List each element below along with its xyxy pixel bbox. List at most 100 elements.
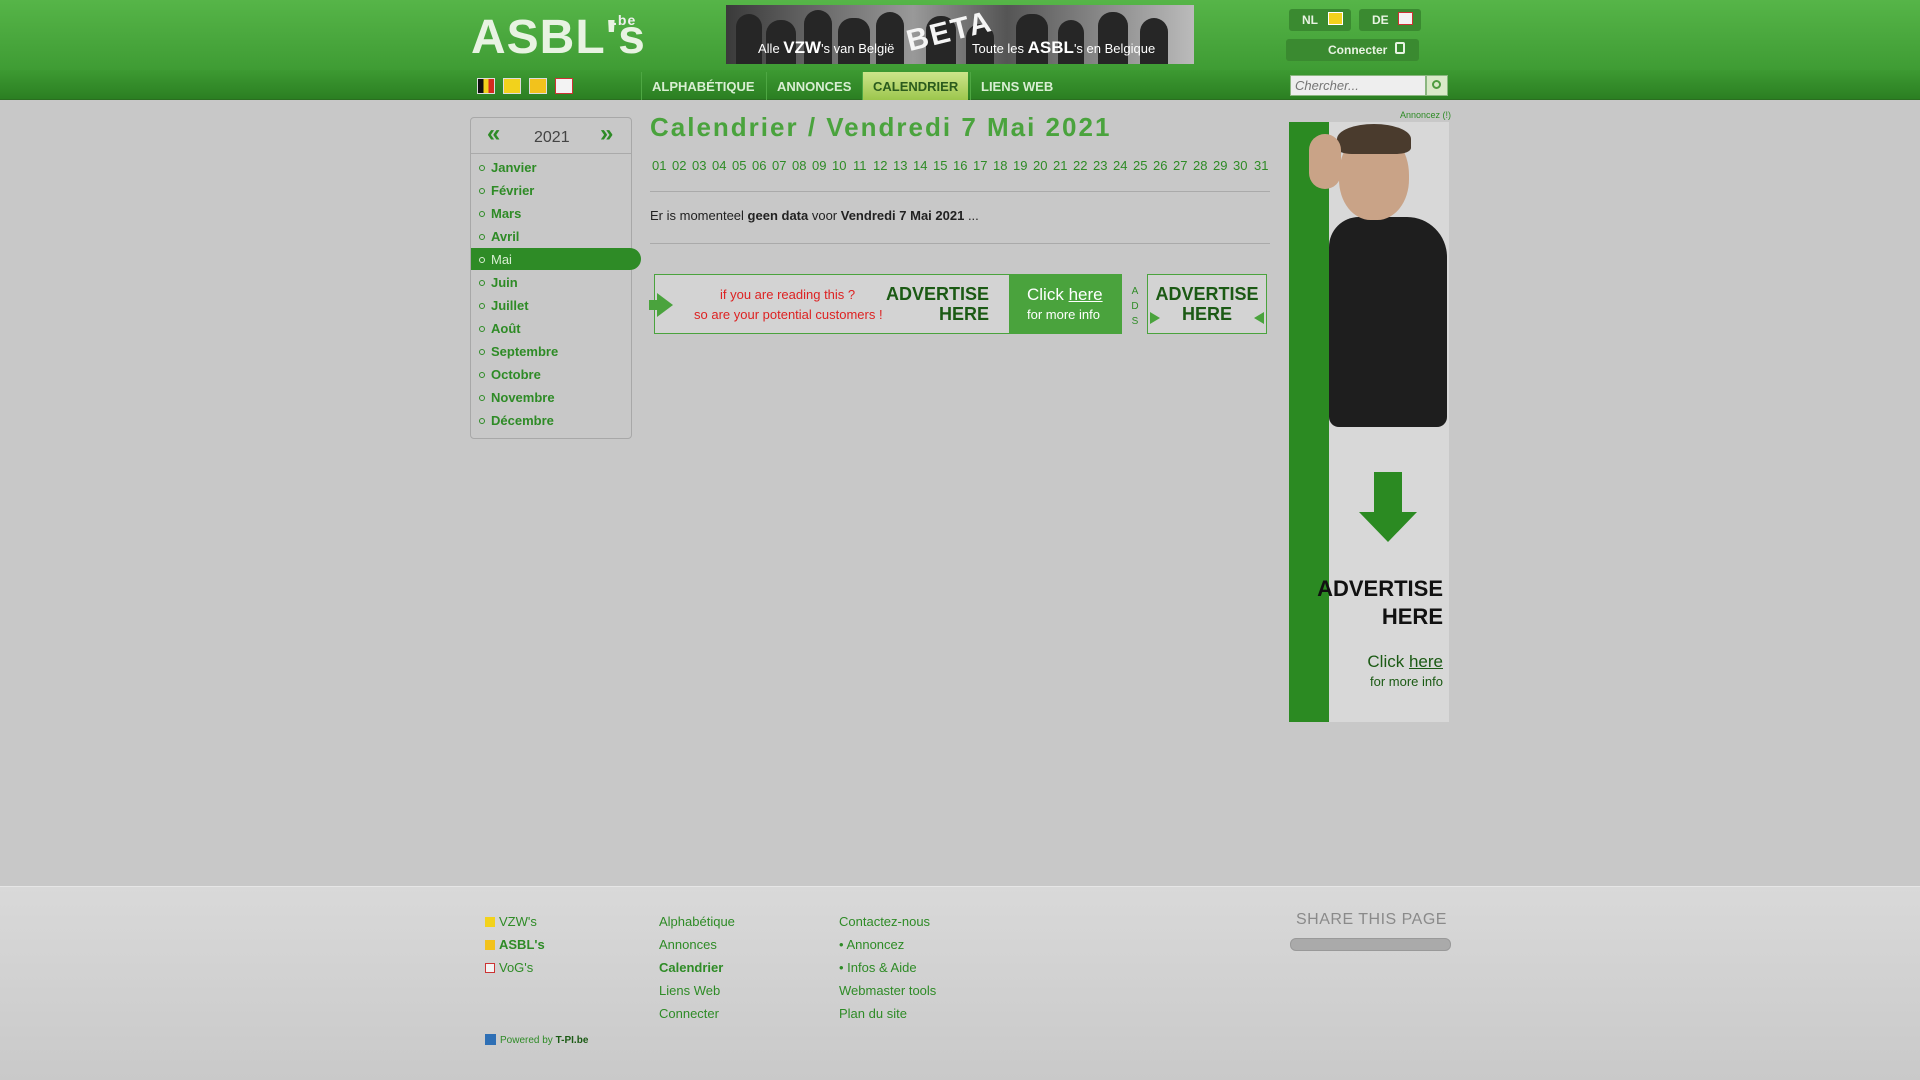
day-link-16[interactable]: 16 xyxy=(953,158,967,173)
search-input[interactable] xyxy=(1290,75,1426,96)
search-button[interactable] xyxy=(1426,75,1448,96)
arrow-right-icon xyxy=(657,293,673,317)
belgium-flag-icon[interactable] xyxy=(477,78,495,94)
connect-button[interactable]: Connecter xyxy=(1286,39,1419,61)
lock-icon xyxy=(1395,42,1405,54)
brussels-flag-icon[interactable] xyxy=(555,78,573,94)
ads-vertical-label: ADS xyxy=(1131,286,1139,327)
day-link-12[interactable]: 12 xyxy=(873,158,887,173)
footer-vzws[interactable]: VZW's xyxy=(499,914,537,929)
day-link-10[interactable]: 10 xyxy=(832,158,846,173)
footer-vogs[interactable]: VoG's xyxy=(499,960,533,975)
day-link-25[interactable]: 25 xyxy=(1133,158,1147,173)
divider xyxy=(650,243,1270,244)
ad-click-box[interactable]: Click here for more info xyxy=(1009,275,1121,333)
day-link-20[interactable]: 20 xyxy=(1033,158,1047,173)
man-figure xyxy=(1329,217,1447,427)
day-link-08[interactable]: 08 xyxy=(792,158,806,173)
flanders-flag-icon xyxy=(485,917,495,927)
bullet-icon xyxy=(479,211,485,217)
current-year: 2021 xyxy=(534,129,570,146)
month-sidebar: « 2021 » Janvier Février Mars Avril Mai … xyxy=(470,117,641,439)
nav-calendrier[interactable]: CALENDRIER xyxy=(862,72,969,100)
day-link-26[interactable]: 26 xyxy=(1153,158,1167,173)
day-link-13[interactable]: 13 xyxy=(893,158,907,173)
month-septembre[interactable]: Septembre xyxy=(471,340,641,362)
site-logo[interactable]: ASBL's .be xyxy=(471,10,646,65)
ad-line-2: so are your potential customers ! xyxy=(694,307,883,322)
day-link-19[interactable]: 19 xyxy=(1013,158,1027,173)
footer-annoncez[interactable]: • Annoncez xyxy=(839,937,904,952)
prev-year-button[interactable]: « xyxy=(487,120,500,148)
lang-nl-button[interactable]: NL xyxy=(1289,9,1351,31)
month-mars[interactable]: Mars xyxy=(471,202,641,224)
footer-contactez-nous[interactable]: Contactez-nous xyxy=(839,914,930,929)
footer-webmaster-tools[interactable]: Webmaster tools xyxy=(839,983,936,998)
day-link-27[interactable]: 27 xyxy=(1173,158,1187,173)
month-juillet[interactable]: Juillet xyxy=(471,294,641,316)
day-link-06[interactable]: 06 xyxy=(752,158,766,173)
footer-connecter[interactable]: Connecter xyxy=(659,1006,719,1021)
day-link-05[interactable]: 05 xyxy=(732,158,746,173)
advertise-skyscraper[interactable]: ADVERTISE HERE Click here for more info xyxy=(1289,122,1449,722)
day-link-04[interactable]: 04 xyxy=(712,158,726,173)
year-navigation: « 2021 » xyxy=(471,118,631,154)
day-link-23[interactable]: 23 xyxy=(1093,158,1107,173)
month-novembre[interactable]: Novembre xyxy=(471,386,641,408)
month-decembre[interactable]: Décembre xyxy=(471,409,641,431)
day-link-03[interactable]: 03 xyxy=(692,158,706,173)
day-link-21[interactable]: 21 xyxy=(1053,158,1067,173)
day-link-07[interactable]: 07 xyxy=(772,158,786,173)
footer-annonces[interactable]: Annonces xyxy=(659,937,717,952)
nav-liens-web[interactable]: LIENS WEB xyxy=(970,72,1063,100)
footer-plan-du-site[interactable]: Plan du site xyxy=(839,1006,907,1021)
footer-asbls[interactable]: ASBL's xyxy=(499,937,545,952)
footer-infos-aide[interactable]: • Infos & Aide xyxy=(839,960,917,975)
day-link-29[interactable]: 29 xyxy=(1213,158,1227,173)
advertise-banner-small[interactable]: ADVERTISE HERE xyxy=(1147,274,1267,334)
bullet-icon xyxy=(479,257,485,263)
main-nav: ALPHABÉTIQUE ANNONCES CALENDRIER LIENS W… xyxy=(0,70,1920,100)
bullet-icon xyxy=(479,188,485,194)
month-aout[interactable]: Août xyxy=(471,317,641,339)
nav-annonces[interactable]: ANNONCES xyxy=(766,72,861,100)
day-link-30[interactable]: 30 xyxy=(1233,158,1247,173)
bullet-icon xyxy=(479,326,485,332)
day-link-22[interactable]: 22 xyxy=(1073,158,1087,173)
nav-alphabetique[interactable]: ALPHABÉTIQUE xyxy=(641,72,765,100)
month-juin[interactable]: Juin xyxy=(471,271,641,293)
advertise-banner-wide[interactable]: if you are reading this ? so are your po… xyxy=(649,274,1122,334)
powered-by[interactable]: Powered by T-PI.be xyxy=(485,1034,588,1046)
day-link-17[interactable]: 17 xyxy=(973,158,987,173)
day-link-31[interactable]: 31 xyxy=(1254,158,1268,173)
month-mai[interactable]: Mai xyxy=(471,248,641,270)
flanders-flag-icon[interactable] xyxy=(503,78,521,94)
day-link-14[interactable]: 14 xyxy=(913,158,927,173)
day-link-18[interactable]: 18 xyxy=(993,158,1007,173)
search-icon xyxy=(1432,80,1441,89)
day-link-01[interactable]: 01 xyxy=(652,158,666,173)
day-link-28[interactable]: 28 xyxy=(1193,158,1207,173)
bullet-icon xyxy=(479,280,485,286)
header-banner[interactable]: Alle VZW's van België BETA Toute les ASB… xyxy=(726,5,1194,64)
footer-liens-web[interactable]: Liens Web xyxy=(659,983,720,998)
month-fevrier[interactable]: Février xyxy=(471,179,641,201)
day-link-24[interactable]: 24 xyxy=(1113,158,1127,173)
annoncez-link[interactable]: Annoncez (!) xyxy=(1400,110,1451,120)
month-octobre[interactable]: Octobre xyxy=(471,363,641,385)
divider xyxy=(650,191,1270,192)
arrow-right-icon xyxy=(1150,312,1160,324)
day-link-09[interactable]: 09 xyxy=(812,158,826,173)
lang-de-button[interactable]: DE xyxy=(1359,9,1421,31)
next-year-button[interactable]: » xyxy=(600,120,613,148)
footer-alphabetique[interactable]: Alphabétique xyxy=(659,914,735,929)
month-janvier[interactable]: Janvier xyxy=(471,156,641,178)
month-avril[interactable]: Avril xyxy=(471,225,641,247)
footer-calendrier[interactable]: Calendrier xyxy=(659,960,723,975)
ad-more-info: for more info xyxy=(1370,674,1443,689)
day-link-15[interactable]: 15 xyxy=(933,158,947,173)
day-link-02[interactable]: 02 xyxy=(672,158,686,173)
day-link-11[interactable]: 11 xyxy=(853,158,867,173)
share-bar[interactable] xyxy=(1290,938,1451,951)
wallonia-flag-icon[interactable] xyxy=(529,78,547,94)
